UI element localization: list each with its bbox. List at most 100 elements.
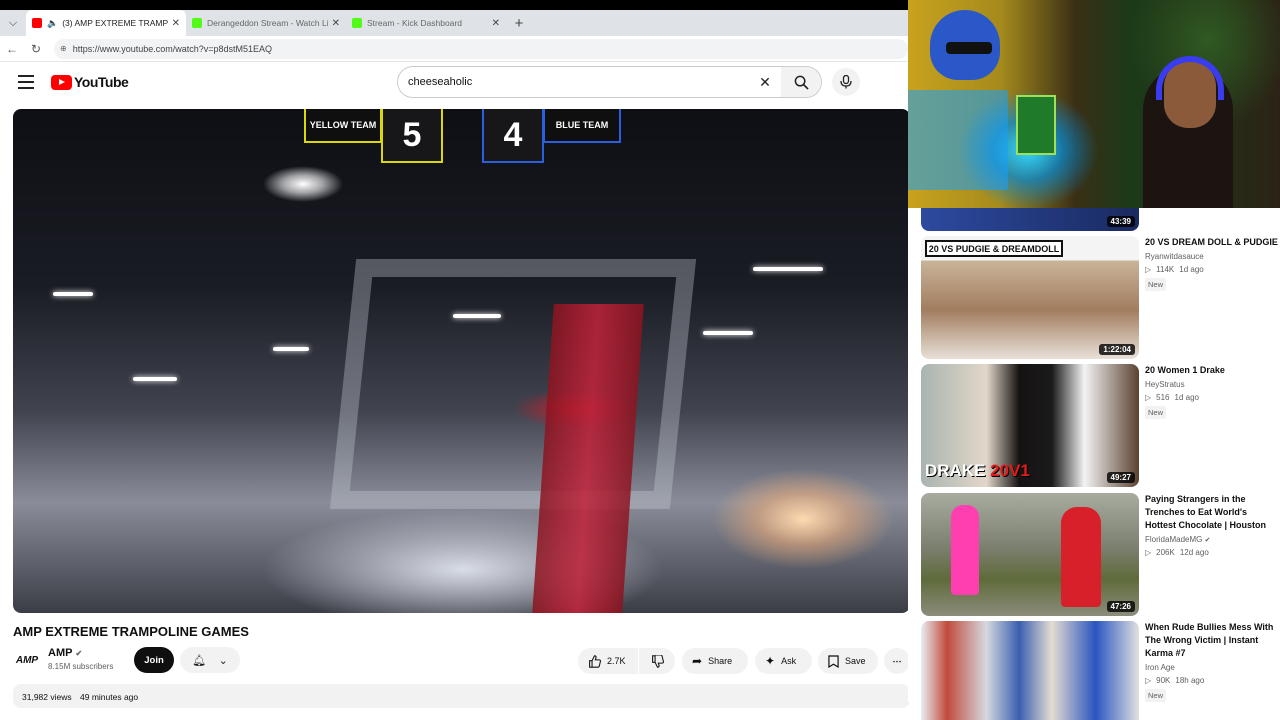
video-thumbnail[interactable]: 20 VS PUDGIE & DREAMDOLL 1:22:04 xyxy=(921,236,1139,359)
new-tab-button[interactable]: + xyxy=(506,15,532,32)
more-actions-button[interactable]: ⋯ xyxy=(884,648,910,674)
description-box[interactable]: 31,982 views 49 minutes ago xyxy=(13,684,910,708)
like-count: 2.7K xyxy=(607,656,626,666)
play-icon: ▷ xyxy=(1145,393,1152,402)
view-count: 90K xyxy=(1156,676,1171,685)
video-info: 20 VS DREAM DOLL & PUDGIE Ryanwitdasauce… xyxy=(1145,236,1279,292)
sparkle-icon: ✦ xyxy=(765,654,776,668)
youtube-icon xyxy=(32,18,42,28)
url-field[interactable]: ⊕ https://www.youtube.com/watch?v=p8dstM… xyxy=(54,38,908,59)
new-badge: New xyxy=(1145,406,1167,419)
address-bar: ← ↻ ⊕ https://www.youtube.com/watch?v=p8… xyxy=(0,36,908,62)
tab-search-button[interactable]: ⌵ xyxy=(0,10,26,36)
video-meta: ▷ 114K 1d ago xyxy=(1145,265,1279,274)
thumbnail-figure xyxy=(951,505,979,595)
search-button[interactable] xyxy=(781,67,821,97)
close-icon[interactable]: ✕ xyxy=(332,18,340,29)
yellow-team-label: YELLOW TEAM xyxy=(304,109,382,143)
webcam-overlay xyxy=(908,0,1280,208)
channel-name[interactable]: AMP ✔ xyxy=(48,647,82,659)
ask-button[interactable]: ✦ Ask xyxy=(755,648,812,674)
search-box[interactable]: cheeseaholic ✕ xyxy=(397,66,822,98)
channel-name-text: FloridaMadeMG xyxy=(1145,535,1203,544)
like-button[interactable]: 2.7K xyxy=(578,648,638,674)
video-thumbnail[interactable]: DRAKE 20V1 49:27 xyxy=(921,364,1139,487)
thumbnail-figure xyxy=(1061,507,1101,607)
video-title[interactable]: When Rude Bullies Mess With The Wrong Vi… xyxy=(1145,621,1279,660)
video-info: Paying Strangers in the Trenches to Eat … xyxy=(1145,493,1279,557)
video-title: AMP EXTREME TRAMPOLINE GAMES xyxy=(13,624,249,639)
recommended-video[interactable]: 20 VS PUDGIE & DREAMDOLL 1:22:04 20 VS D… xyxy=(921,236,1280,359)
thumbs-up-icon xyxy=(589,654,601,668)
view-count: 516 xyxy=(1156,393,1170,402)
microphone-icon xyxy=(840,75,852,89)
top-strip xyxy=(0,0,908,10)
channel-name[interactable]: FloridaMadeMG ✔ xyxy=(1145,535,1279,544)
more-icon: ⋯ xyxy=(892,655,902,666)
subscribe-notifications-button[interactable]: 🔔︎ ⌄ xyxy=(180,647,240,673)
tab-youtube[interactable]: 🔈 (3) AMP EXTREME TRAMPOLINE GAMES ✕ xyxy=(26,10,186,36)
clear-icon[interactable]: ✕ xyxy=(753,74,777,91)
tab-title: Derangeddon Stream - Watch Live xyxy=(207,18,328,28)
video-title[interactable]: 20 VS DREAM DOLL & PUDGIE xyxy=(1145,236,1279,249)
reload-icon[interactable]: ↻ xyxy=(24,42,48,56)
verified-icon: ✔ xyxy=(1204,537,1211,544)
play-icon: ▷ xyxy=(1145,548,1152,557)
video-scene-light xyxy=(753,267,823,271)
webcam-scene-glasses xyxy=(946,42,992,54)
video-scene-light xyxy=(453,314,501,318)
search-icon xyxy=(794,75,809,90)
tab-kick-dashboard[interactable]: Stream - Kick Dashboard ✕ xyxy=(346,10,506,36)
menu-icon[interactable] xyxy=(18,75,34,89)
youtube-play-icon xyxy=(51,74,72,90)
close-icon[interactable]: ✕ xyxy=(172,18,180,29)
video-scene-light xyxy=(53,292,93,296)
tab-title: Stream - Kick Dashboard xyxy=(367,18,462,28)
duration-badge: 43:39 xyxy=(1106,216,1135,227)
video-scene-light xyxy=(133,377,177,381)
site-info-icon[interactable]: ⊕ xyxy=(60,44,67,53)
voice-search-button[interactable] xyxy=(832,68,860,96)
video-title[interactable]: 20 Women 1 Drake xyxy=(1145,364,1279,377)
recommended-video[interactable]: 47:26 Paying Strangers in the Trenches t… xyxy=(921,493,1280,616)
video-scene-light xyxy=(273,347,309,351)
duration-badge: 47:26 xyxy=(1106,601,1135,612)
save-button[interactable]: Save xyxy=(818,648,878,674)
search-input[interactable]: cheeseaholic xyxy=(408,76,753,88)
channel-name[interactable]: Iron Age xyxy=(1145,663,1279,672)
close-icon[interactable]: ✕ xyxy=(492,18,500,29)
channel-name[interactable]: Ryanwitdasauce xyxy=(1145,252,1279,261)
video-scene-frame xyxy=(329,259,697,509)
video-thumbnail[interactable]: 47:26 xyxy=(921,493,1139,616)
headset-icon xyxy=(1156,56,1224,100)
youtube-header: YouTube cheeseaholic ✕ xyxy=(0,62,908,106)
recommended-video[interactable]: DRAKE 20V1 49:27 20 Women 1 Drake HeyStr… xyxy=(921,364,1280,487)
share-button[interactable]: ➦ Share xyxy=(682,648,748,674)
thumbnail-text: DRAKE 20V1 xyxy=(925,461,1030,481)
video-title[interactable]: Paying Strangers in the Trenches to Eat … xyxy=(1145,493,1279,532)
screen: ⌵ 🔈 (3) AMP EXTREME TRAMPOLINE GAMES ✕ D… xyxy=(0,0,1280,720)
video-info: 20 Women 1 Drake HeyStratus ▷ 516 1d ago N… xyxy=(1145,364,1279,420)
video-player[interactable]: YELLOW TEAM 5 4 BLUE TEAM xyxy=(13,109,910,613)
channel-name-text: AMP xyxy=(48,647,73,659)
yellow-team-score: 5 xyxy=(381,109,443,163)
back-icon[interactable]: ← xyxy=(0,42,24,56)
kick-icon xyxy=(352,18,362,28)
dislike-button[interactable] xyxy=(639,648,675,674)
thumbnail-text-white: DRAKE xyxy=(925,461,991,480)
kick-icon xyxy=(192,18,202,28)
thumbnail-text-red: 20V1 xyxy=(990,461,1030,480)
join-button[interactable]: Join xyxy=(134,647,174,673)
video-thumbnail[interactable]: 43:39 xyxy=(921,208,1139,231)
bell-icon: 🔔︎ xyxy=(192,654,207,667)
channel-name[interactable]: HeyStratus xyxy=(1145,380,1279,389)
upload-age: 1d ago xyxy=(1174,393,1199,402)
recommended-video[interactable]: When Rude Bullies Mess With The Wrong Vi… xyxy=(921,621,1280,720)
channel-avatar[interactable]: AMP xyxy=(13,648,41,672)
video-thumbnail[interactable] xyxy=(921,621,1139,720)
recommendations-sidebar: 43:39 20 VS PUDGIE & DREAMDOLL 1:22:04 2… xyxy=(908,208,1280,720)
speaker-icon[interactable]: 🔈 xyxy=(47,18,58,29)
bookmark-icon xyxy=(828,654,839,668)
youtube-logo[interactable]: YouTube xyxy=(51,74,129,90)
tab-derangeddon[interactable]: Derangeddon Stream - Watch Live ✕ xyxy=(186,10,346,36)
